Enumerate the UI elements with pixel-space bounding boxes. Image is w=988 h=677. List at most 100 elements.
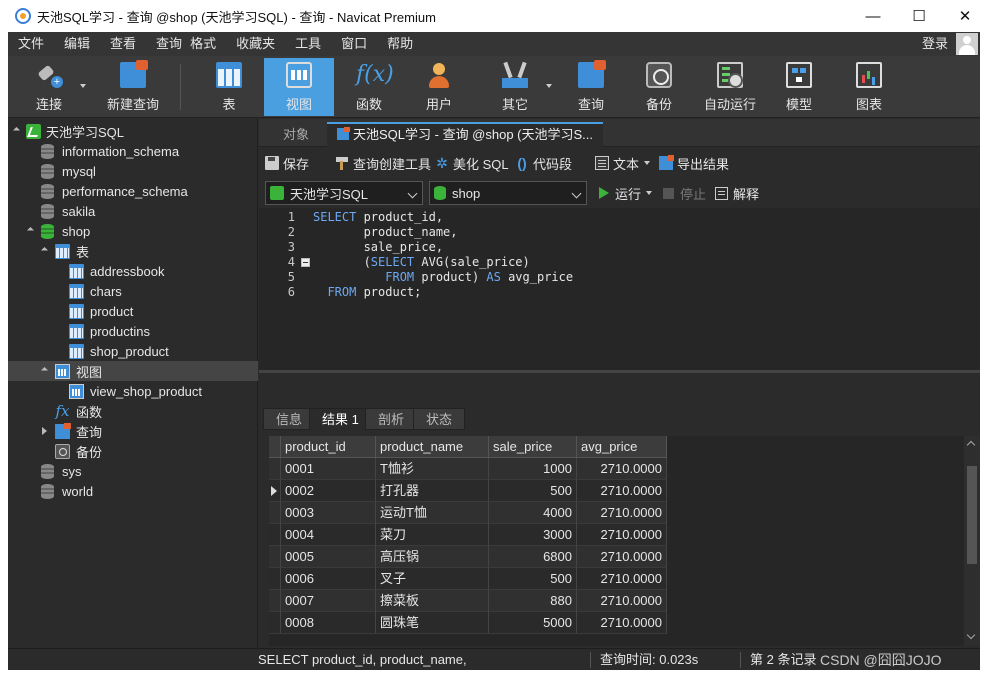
toolbar-connection-button[interactable]: 连接: [28, 58, 70, 116]
others-dropdown-icon[interactable]: [546, 84, 552, 88]
expand-arrow-icon[interactable]: [40, 246, 49, 255]
tab-info[interactable]: 信息: [263, 408, 316, 430]
maximize-button[interactable]: ☐: [896, 0, 942, 32]
collapse-arrow-icon[interactable]: [42, 427, 47, 435]
scroll-down-icon[interactable]: [966, 630, 976, 640]
table-cell[interactable]: 2710.0000: [577, 480, 667, 502]
toolbar-function-button[interactable]: f(x) 函数: [338, 58, 400, 116]
expand-arrow-icon[interactable]: [26, 226, 35, 235]
table-cell[interactable]: 0003: [281, 502, 376, 524]
table-row[interactable]: 0008 圆珠笔 5000 2710.0000: [269, 612, 667, 634]
toolbar-new-query-button[interactable]: 新建查询: [96, 58, 170, 116]
tab-query[interactable]: 天池SQL学习 - 查询 @shop (天池学习S...: [327, 122, 604, 147]
menu-file[interactable]: 文件: [8, 32, 54, 56]
code-line[interactable]: 2 product_name,: [259, 225, 979, 240]
tree-database[interactable]: performance_schema: [8, 181, 258, 201]
table-cell[interactable]: 4000: [489, 502, 577, 524]
row-header[interactable]: [269, 458, 281, 480]
table-cell[interactable]: 0007: [281, 590, 376, 612]
toolbar-backup-button[interactable]: 备份: [628, 58, 690, 116]
tree-table[interactable]: productins: [8, 321, 258, 341]
tree-table[interactable]: addressbook: [8, 261, 258, 281]
connection-dropdown-icon[interactable]: [80, 84, 86, 88]
table-row[interactable]: 0004 菜刀 3000 2710.0000: [269, 524, 667, 546]
tree-database[interactable]: information_schema: [8, 141, 258, 161]
table-row[interactable]: 0006 叉子 500 2710.0000: [269, 568, 667, 590]
table-row[interactable]: 0007 擦菜板 880 2710.0000: [269, 590, 667, 612]
row-header[interactable]: [269, 480, 281, 502]
table-cell[interactable]: 2710.0000: [577, 568, 667, 590]
minimize-button[interactable]: —: [850, 0, 896, 32]
column-header[interactable]: product_name: [376, 436, 489, 458]
table-cell[interactable]: 2710.0000: [577, 612, 667, 634]
table-cell[interactable]: 2710.0000: [577, 458, 667, 480]
toolbar-view-button[interactable]: 视图: [264, 58, 334, 116]
tree-table[interactable]: chars: [8, 281, 258, 301]
toolbar-table-button[interactable]: 表: [198, 58, 260, 116]
scroll-up-icon[interactable]: [966, 440, 976, 450]
table-cell[interactable]: 880: [489, 590, 577, 612]
tree-queries-folder[interactable]: 查询: [8, 421, 258, 441]
menu-tools[interactable]: 工具: [285, 32, 331, 56]
query-builder-button[interactable]: 查询创建工具: [335, 148, 431, 178]
table-cell[interactable]: 2710.0000: [577, 524, 667, 546]
tab-result-1[interactable]: 结果 1: [309, 408, 372, 430]
table-row[interactable]: 0001 T恤衫 1000 2710.0000: [269, 458, 667, 480]
code-line[interactable]: 3 sale_price,: [259, 240, 979, 255]
toolbar-model-button[interactable]: 模型: [768, 58, 830, 116]
grid-vertical-scrollbar[interactable]: [964, 436, 980, 646]
expand-arrow-icon[interactable]: [40, 366, 49, 375]
table-cell[interactable]: 5000: [489, 612, 577, 634]
menu-help[interactable]: 帮助: [377, 32, 423, 56]
table-cell[interactable]: 0005: [281, 546, 376, 568]
menu-view[interactable]: 查看: [100, 32, 146, 56]
explain-button[interactable]: 解释: [715, 178, 759, 208]
table-cell[interactable]: 3000: [489, 524, 577, 546]
database-select[interactable]: shop: [429, 181, 587, 205]
row-header[interactable]: [269, 612, 281, 634]
table-cell[interactable]: 2710.0000: [577, 502, 667, 524]
fold-toggle-icon[interactable]: [301, 258, 310, 267]
toolbar-automation-button[interactable]: 自动运行: [698, 58, 762, 116]
table-cell[interactable]: 叉子: [376, 568, 489, 590]
tab-status[interactable]: 状态: [413, 408, 466, 430]
menu-favorites[interactable]: 收藏夹: [226, 32, 285, 56]
code-line[interactable]: 5 FROM product) AS avg_price: [259, 270, 979, 285]
code-line[interactable]: 1 SELECT product_id,: [259, 210, 979, 225]
beautify-sql-button[interactable]: ✲ 美化 SQL: [435, 148, 509, 178]
tree-database[interactable]: world: [8, 481, 258, 501]
table-row[interactable]: 0003 运动T恤 4000 2710.0000: [269, 502, 667, 524]
tree-database[interactable]: sakila: [8, 201, 258, 221]
tree-functions-folder[interactable]: fx 函数: [8, 401, 258, 421]
close-button[interactable]: ✕: [942, 0, 988, 32]
table-cell[interactable]: 圆珠笔: [376, 612, 489, 634]
table-cell[interactable]: 菜刀: [376, 524, 489, 546]
menu-edit[interactable]: 编辑: [54, 32, 100, 56]
table-cell[interactable]: 0002: [281, 480, 376, 502]
tree-view[interactable]: view_shop_product: [8, 381, 258, 401]
row-header[interactable]: [269, 590, 281, 612]
tree-views-folder[interactable]: 视图: [8, 361, 258, 381]
tree-database[interactable]: sys: [8, 461, 258, 481]
tree-tables-folder[interactable]: 表: [8, 241, 258, 261]
code-line[interactable]: 4 (SELECT AVG(sale_price): [259, 255, 979, 270]
table-cell[interactable]: 500: [489, 568, 577, 590]
run-button[interactable]: 运行: [599, 178, 653, 208]
row-header[interactable]: [269, 502, 281, 524]
tree-backups-folder[interactable]: 备份: [8, 441, 258, 461]
column-header[interactable]: sale_price: [489, 436, 577, 458]
text-button[interactable]: 文本: [595, 148, 651, 178]
table-cell[interactable]: 0008: [281, 612, 376, 634]
tree-table[interactable]: shop_product: [8, 341, 258, 361]
sql-editor[interactable]: 1 SELECT product_id, 2 product_name, 3 sale…: [259, 208, 980, 370]
row-header[interactable]: [269, 568, 281, 590]
login-link[interactable]: 登录: [922, 32, 948, 56]
tab-objects[interactable]: 对象: [273, 122, 319, 147]
toolbar-query-button[interactable]: 查询: [560, 58, 622, 116]
table-cell[interactable]: 2710.0000: [577, 546, 667, 568]
code-line[interactable]: 6 FROM product;: [259, 285, 979, 300]
table-cell[interactable]: 高压锅: [376, 546, 489, 568]
expand-arrow-icon[interactable]: [12, 126, 21, 135]
connection-select[interactable]: 天池学习SQL: [265, 181, 423, 205]
export-results-button[interactable]: 导出结果: [659, 148, 729, 178]
